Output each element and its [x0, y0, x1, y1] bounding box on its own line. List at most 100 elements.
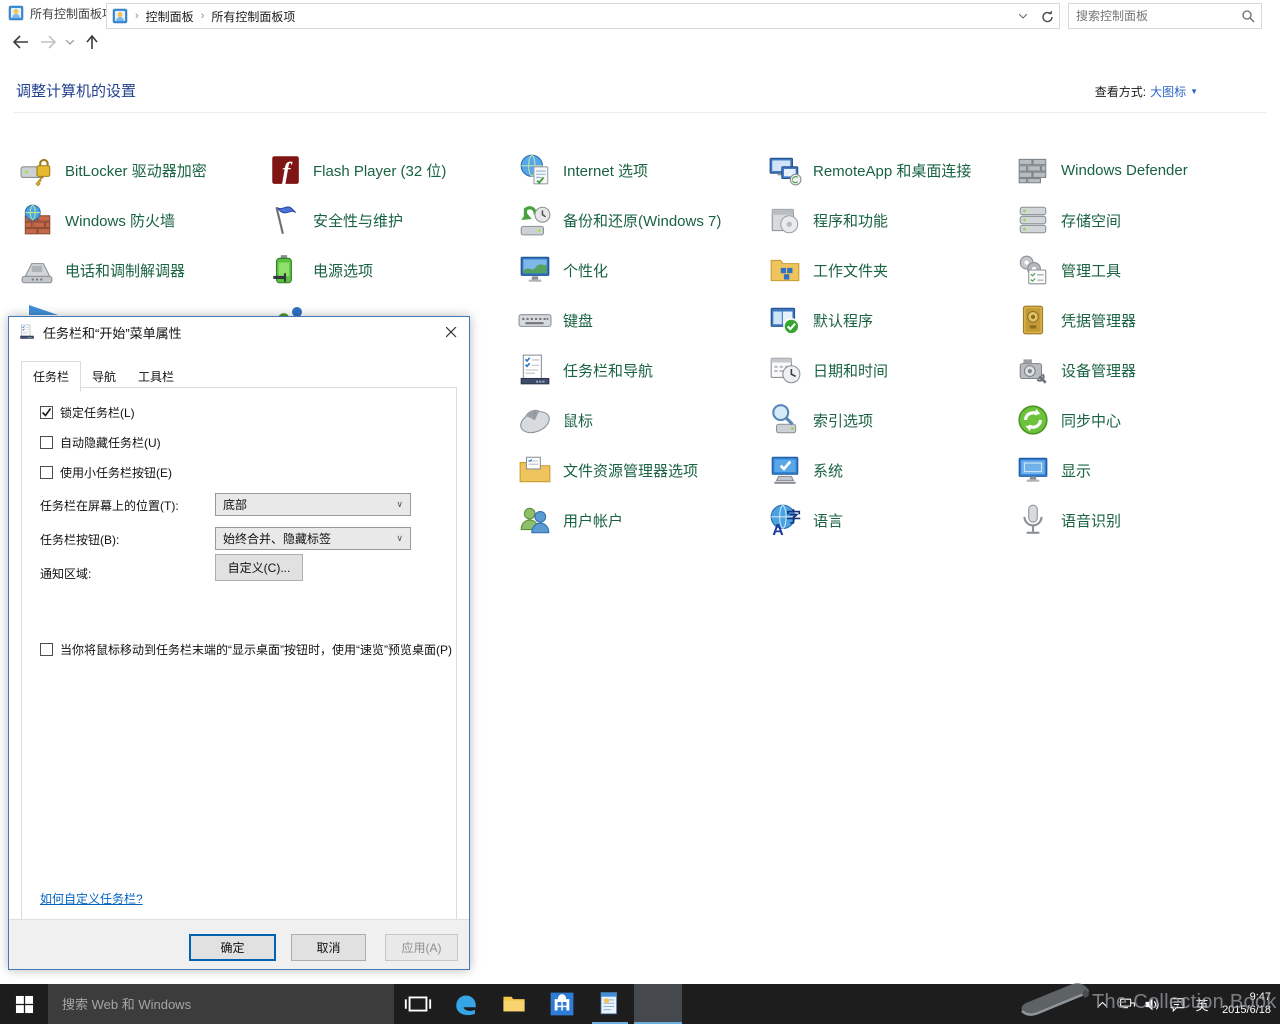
- checkbox[interactable]: [40, 406, 53, 419]
- cp-item-bitlocker[interactable]: BitLocker 驱动器加密: [20, 150, 207, 190]
- search-input[interactable]: [1069, 9, 1235, 23]
- customize-button[interactable]: 自定义(C)...: [215, 554, 303, 581]
- cp-item-label[interactable]: 安全性与维护: [313, 210, 403, 231]
- cp-item-label[interactable]: 鼠标: [563, 410, 593, 431]
- edge-button[interactable]: [442, 984, 490, 1024]
- cancel-button[interactable]: 取消: [291, 934, 366, 961]
- dialog-checkbox-row-1[interactable]: 锁定任务栏(L): [40, 404, 135, 421]
- view-by-control[interactable]: 查看方式: 大图标 ▼: [1095, 83, 1198, 100]
- cp-item-label[interactable]: 日期和时间: [813, 360, 888, 381]
- taskbar-searchbox[interactable]: [48, 984, 394, 1024]
- taskbar-properties-task-button[interactable]: [634, 984, 682, 1024]
- cp-item-label[interactable]: 电话和调制解调器: [65, 260, 185, 281]
- cp-item-display[interactable]: 显示: [1016, 450, 1091, 490]
- cp-item-sync[interactable]: 同步中心: [1016, 400, 1121, 440]
- up-button[interactable]: [78, 29, 106, 55]
- cp-item-label[interactable]: BitLocker 驱动器加密: [65, 160, 207, 181]
- dialog-close-button[interactable]: [433, 317, 469, 347]
- store-button[interactable]: [538, 984, 586, 1024]
- cp-item-firewall[interactable]: Windows 防火墙: [20, 200, 175, 240]
- cp-item-label[interactable]: 设备管理器: [1061, 360, 1136, 381]
- dialog-checkbox-row-2[interactable]: 自动隐藏任务栏(U): [40, 434, 161, 451]
- cp-item-label[interactable]: 任务栏和导航: [563, 360, 653, 381]
- dialog-tab-2[interactable]: 导航: [81, 363, 127, 393]
- cp-item-backup[interactable]: 备份和还原(Windows 7): [518, 200, 721, 240]
- checkbox[interactable]: [40, 466, 53, 479]
- cp-item-indexing[interactable]: 索引选项: [768, 400, 873, 440]
- cp-item-security-flag[interactable]: 安全性与维护: [268, 200, 403, 240]
- volume-icon[interactable]: [1140, 984, 1165, 1024]
- search-icon[interactable]: [1235, 9, 1261, 23]
- cp-item-label[interactable]: 显示: [1061, 460, 1091, 481]
- peek-checkbox-row[interactable]: 当你将鼠标移动到任务栏末端的“显示桌面”按钮时，使用“速览”预览桌面(P): [40, 641, 470, 658]
- cp-item-label[interactable]: 凭据管理器: [1061, 310, 1136, 331]
- back-button[interactable]: [6, 29, 34, 55]
- breadcrumb-control-panel[interactable]: 控制面板: [146, 8, 194, 25]
- cp-item-defender[interactable]: Windows Defender: [1016, 150, 1188, 190]
- cp-item-credentials[interactable]: 凭据管理器: [1016, 300, 1136, 340]
- cp-item-flash[interactable]: f Flash Player (32 位): [268, 150, 446, 190]
- cp-item-user-accounts[interactable]: 用户帐户: [518, 500, 623, 540]
- cp-item-label[interactable]: 备份和还原(Windows 7): [563, 210, 721, 231]
- cp-item-label[interactable]: 语言: [813, 510, 843, 531]
- cp-item-speech[interactable]: 语音识别: [1016, 500, 1121, 540]
- task-view-button[interactable]: [394, 984, 442, 1024]
- taskbar-clock[interactable]: 9:47 2015/6/18: [1214, 991, 1280, 1017]
- control-panel-task-button[interactable]: [586, 984, 634, 1024]
- cp-item-label[interactable]: 电源选项: [313, 260, 373, 281]
- taskbar-search-input[interactable]: [48, 996, 394, 1012]
- file-explorer-button[interactable]: [490, 984, 538, 1024]
- cp-item-storage[interactable]: 存储空间: [1016, 200, 1121, 240]
- cp-item-label[interactable]: 工作文件夹: [813, 260, 888, 281]
- cp-item-label[interactable]: Windows Defender: [1061, 162, 1188, 179]
- cp-item-label[interactable]: Internet 选项: [563, 160, 648, 181]
- cp-item-label[interactable]: 个性化: [563, 260, 608, 281]
- taskbar-location-combobox[interactable]: 底部 ∨: [215, 493, 411, 516]
- hidden-icons-chevron[interactable]: [1090, 984, 1115, 1024]
- network-icon[interactable]: [1115, 984, 1140, 1024]
- cp-item-personalization[interactable]: 个性化: [518, 250, 608, 290]
- cp-item-keyboard[interactable]: 键盘: [518, 300, 593, 340]
- cp-item-label[interactable]: 系统: [813, 460, 843, 481]
- cp-item-admin-tools[interactable]: 管理工具: [1016, 250, 1121, 290]
- cp-item-label[interactable]: 用户帐户: [563, 510, 623, 531]
- dialog-checkbox-row-3[interactable]: 使用小任务栏按钮(E): [40, 464, 172, 481]
- cp-item-work-folders[interactable]: 工作文件夹: [768, 250, 888, 290]
- cp-item-phone[interactable]: 电话和调制解调器: [20, 250, 185, 290]
- address-bar[interactable]: › 控制面板 › 所有控制面板项: [106, 3, 1060, 29]
- taskbar-buttons-combobox[interactable]: 始终合并、隐藏标签 ∨: [215, 527, 411, 550]
- cp-item-label[interactable]: 程序和功能: [813, 210, 888, 231]
- control-panel-searchbox[interactable]: [1068, 3, 1262, 29]
- breadcrumb-all-items[interactable]: 所有控制面板项: [211, 8, 295, 25]
- cp-item-label[interactable]: 键盘: [563, 310, 593, 331]
- cp-item-taskbar-nav[interactable]: 任务栏和导航: [518, 350, 653, 390]
- cp-item-device-manager[interactable]: 设备管理器: [1016, 350, 1136, 390]
- cp-item-label[interactable]: RemoteApp 和桌面连接: [813, 160, 971, 181]
- cp-item-language[interactable]: A 字语言: [768, 500, 843, 540]
- cp-item-label[interactable]: 默认程序: [813, 310, 873, 331]
- dialog-tab-3[interactable]: 工具栏: [127, 363, 185, 393]
- cp-item-label[interactable]: Windows 防火墙: [65, 210, 175, 231]
- cp-item-label[interactable]: 存储空间: [1061, 210, 1121, 231]
- cp-item-default-programs[interactable]: 默认程序: [768, 300, 873, 340]
- cp-item-power[interactable]: 电源选项: [268, 250, 373, 290]
- peek-checkbox[interactable]: [40, 643, 53, 656]
- cp-item-label[interactable]: 同步中心: [1061, 410, 1121, 431]
- cp-item-label[interactable]: 索引选项: [813, 410, 873, 431]
- recent-locations-chevron[interactable]: [62, 29, 78, 55]
- forward-button[interactable]: [34, 29, 62, 55]
- cp-item-mouse[interactable]: 鼠标: [518, 400, 593, 440]
- checkbox[interactable]: [40, 436, 53, 449]
- cp-item-datetime[interactable]: 日期和时间: [768, 350, 888, 390]
- cp-item-label[interactable]: Flash Player (32 位): [313, 160, 446, 181]
- cp-item-label[interactable]: 管理工具: [1061, 260, 1121, 281]
- cp-item-remoteapp[interactable]: RemoteApp 和桌面连接: [768, 150, 971, 190]
- cp-item-internet[interactable]: Internet 选项: [518, 150, 648, 190]
- cp-item-programs[interactable]: 程序和功能: [768, 200, 888, 240]
- cp-item-label[interactable]: 语音识别: [1061, 510, 1121, 531]
- address-dropdown-chevron[interactable]: [1011, 4, 1035, 28]
- cp-item-explorer-options[interactable]: 文件资源管理器选项: [518, 450, 698, 490]
- dialog-tab-1[interactable]: 任务栏: [21, 361, 82, 392]
- ok-button[interactable]: 确定: [189, 934, 276, 961]
- how-to-customize-link[interactable]: 如何自定义任务栏?: [40, 890, 143, 907]
